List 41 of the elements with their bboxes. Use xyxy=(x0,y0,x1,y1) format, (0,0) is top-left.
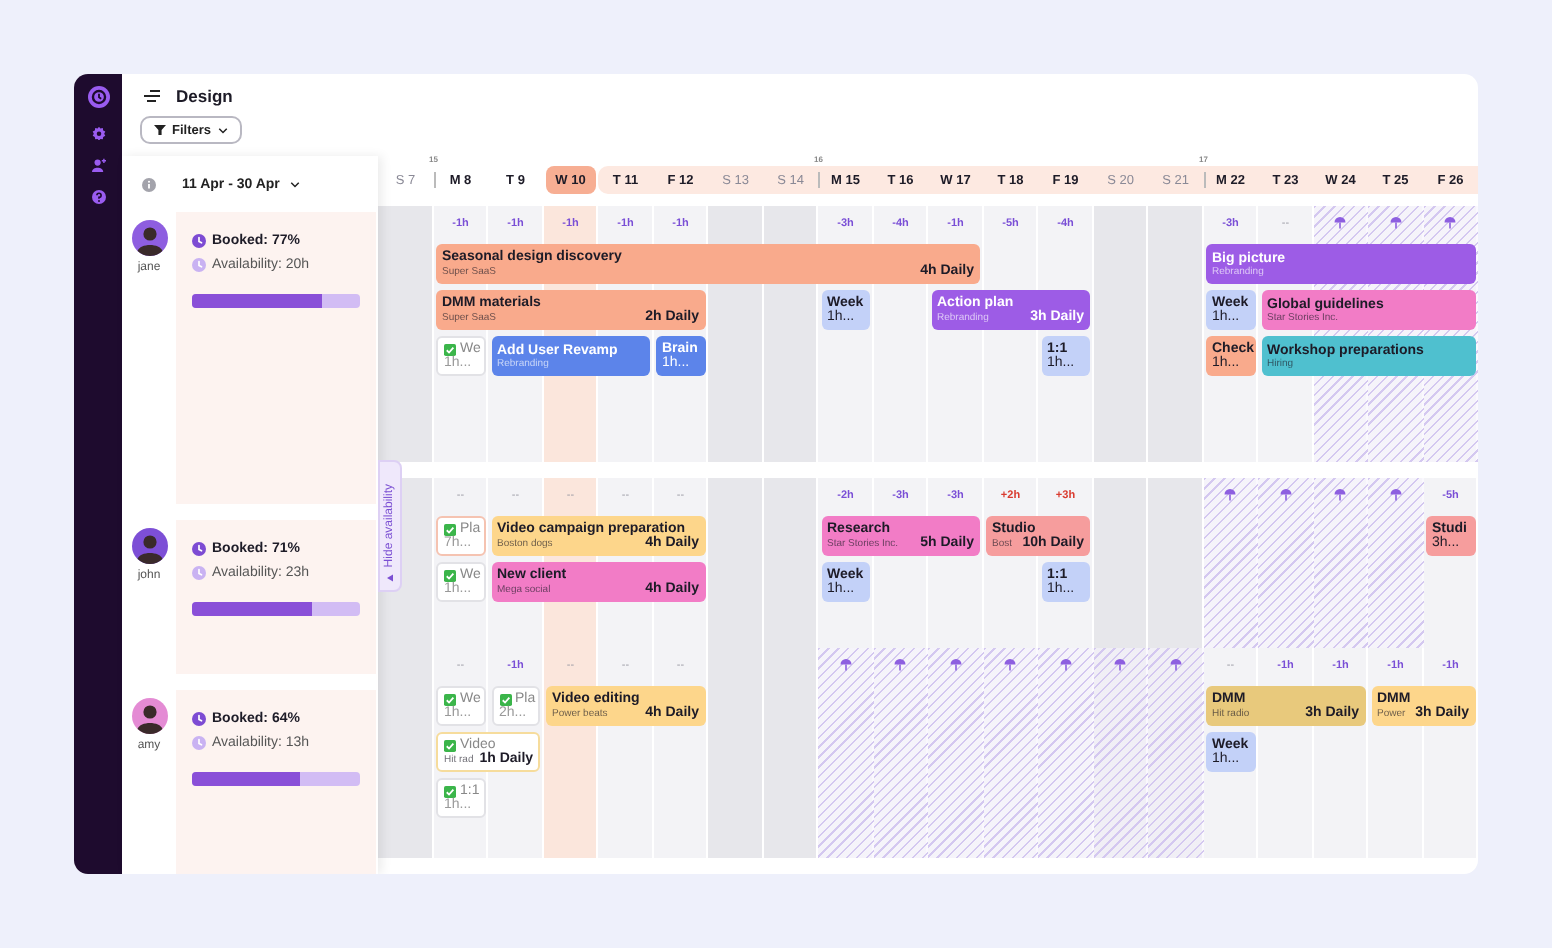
clock-icon xyxy=(192,712,206,726)
page-title: Design xyxy=(176,86,233,106)
umbrella-icon xyxy=(1059,658,1072,673)
clock-icon xyxy=(192,736,206,750)
check-icon xyxy=(444,785,456,798)
umbrella-icon xyxy=(839,658,852,673)
avatar xyxy=(131,220,167,256)
check-icon xyxy=(444,693,456,706)
umbrella-icon xyxy=(1224,488,1237,503)
avatar xyxy=(131,528,167,564)
umbrella-icon xyxy=(1444,216,1457,231)
umbrella-icon xyxy=(1169,658,1182,673)
clock-icon xyxy=(192,258,206,272)
settings-icon[interactable] xyxy=(91,126,105,140)
sort-icon[interactable] xyxy=(144,90,160,102)
umbrella-icon xyxy=(1389,488,1402,503)
clock-icon xyxy=(192,542,206,556)
umbrella-icon xyxy=(949,658,962,673)
check-icon xyxy=(499,693,511,706)
logo-icon[interactable] xyxy=(87,86,109,108)
filter-icon xyxy=(154,124,166,136)
chevron-icon xyxy=(289,181,300,187)
umbrella-icon xyxy=(1334,216,1347,231)
clock-icon xyxy=(192,566,206,580)
umbrella-icon xyxy=(1334,488,1347,503)
umbrella-icon xyxy=(894,658,907,673)
info-icon[interactable] xyxy=(142,177,156,191)
help-icon[interactable] xyxy=(91,190,105,204)
clock-icon xyxy=(192,234,206,248)
check-icon xyxy=(444,739,456,752)
check-icon xyxy=(444,343,456,356)
check-icon xyxy=(444,523,456,536)
umbrella-icon xyxy=(1004,658,1017,673)
chevron-icon xyxy=(217,127,228,133)
umbrella-icon xyxy=(1114,658,1127,673)
check-icon xyxy=(444,569,456,582)
avatar xyxy=(131,698,167,734)
add-user-icon[interactable] xyxy=(91,158,105,172)
umbrella-icon xyxy=(1279,488,1292,503)
caret-icon xyxy=(386,574,394,582)
umbrella-icon xyxy=(1389,216,1402,231)
